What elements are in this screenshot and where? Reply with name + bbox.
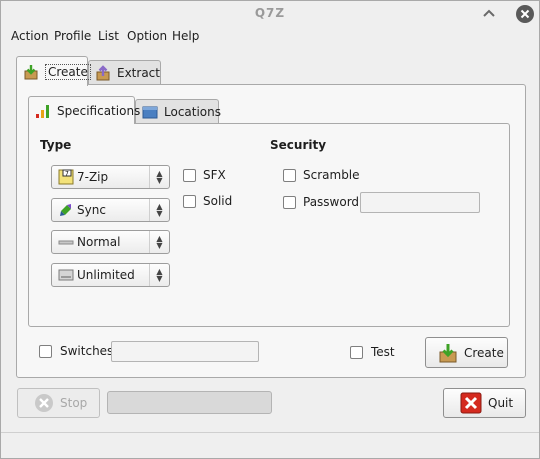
tab-specifications[interactable]: Specifications <box>28 96 140 124</box>
extract-box-icon <box>95 65 111 81</box>
chevron-updown-icon: ▲ ▼ <box>149 231 169 253</box>
password-checkbox[interactable] <box>283 196 296 209</box>
switches-label: Switches <box>60 344 114 358</box>
tab-specifications-label: Specifications <box>57 103 141 118</box>
menu-option[interactable]: Option <box>127 29 167 43</box>
sfx-checkbox[interactable] <box>183 169 196 182</box>
tab-locations[interactable]: Locations <box>135 99 222 123</box>
tab-locations-label: Locations <box>164 104 222 119</box>
security-heading: Security <box>270 138 327 152</box>
folder-icon <box>142 104 158 120</box>
tab-extract-label: Extract <box>117 66 160 80</box>
stop-button-label: Stop <box>60 396 88 410</box>
stop-icon <box>34 393 54 413</box>
chevron-updown-icon: ▲ ▼ <box>149 199 169 221</box>
compression-level-value: Normal <box>77 235 121 249</box>
archive-format-icon: 7 <box>58 169 74 185</box>
test-checkbox[interactable] <box>350 346 363 359</box>
scramble-label: Scramble <box>303 168 360 182</box>
tab-create-label: Create <box>45 63 91 80</box>
progress-bar <box>107 391 272 414</box>
tab-extract[interactable]: Extract <box>88 60 161 85</box>
close-icon[interactable] <box>516 5 534 23</box>
solid-label: Solid <box>203 194 233 208</box>
stop-button[interactable]: Stop <box>17 388 100 418</box>
menu-bar: Action Profile List Option Help <box>1 26 539 46</box>
scramble-checkbox[interactable] <box>283 169 296 182</box>
archive-format-value: 7-Zip <box>77 170 109 184</box>
sync-arrows-icon <box>58 202 74 218</box>
type-heading: Type <box>40 138 72 152</box>
sfx-label: SFX <box>203 168 226 182</box>
signal-bars-icon <box>35 103 51 119</box>
solid-checkbox[interactable] <box>183 195 196 208</box>
update-mode-value: Sync <box>77 203 106 217</box>
quit-button[interactable]: Quit <box>443 388 526 418</box>
switches-checkbox[interactable] <box>39 345 52 358</box>
volume-size-value: Unlimited <box>77 268 135 282</box>
app-window: Q7Z Action Profile List Option Help Crea… <box>0 0 540 459</box>
menu-action[interactable]: Action <box>11 29 49 43</box>
create-box-icon <box>438 343 458 363</box>
specifications-panel <box>28 123 510 327</box>
create-button[interactable]: Create <box>425 337 508 368</box>
svg-text:7: 7 <box>65 171 69 178</box>
tab-create[interactable]: Create <box>16 56 91 86</box>
quit-icon <box>460 392 482 414</box>
volume-size-combo[interactable]: Unlimited ▲ ▼ <box>51 263 170 287</box>
drive-icon <box>58 267 74 283</box>
menu-list[interactable]: List <box>98 29 119 43</box>
minimize-icon[interactable] <box>480 5 498 23</box>
chevron-updown-icon: ▲ ▼ <box>149 264 169 286</box>
window-title: Q7Z <box>254 6 286 20</box>
update-mode-combo[interactable]: Sync ▲ ▼ <box>51 198 170 222</box>
quit-button-label: Quit <box>488 396 514 410</box>
compression-level-combo[interactable]: Normal ▲ ▼ <box>51 230 170 254</box>
chevron-updown-icon: ▲ ▼ <box>149 166 169 188</box>
archive-format-combo[interactable]: 7 7-Zip ▲ ▼ <box>51 165 170 189</box>
password-label: Password <box>303 195 360 209</box>
switches-field[interactable] <box>111 341 259 362</box>
status-bar-divider <box>1 432 539 433</box>
create-button-label: Create <box>464 345 504 360</box>
create-box-icon <box>23 64 39 80</box>
test-label: Test <box>371 345 395 359</box>
compression-level-icon <box>58 234 74 250</box>
title-bar: Q7Z <box>1 1 539 26</box>
password-field[interactable] <box>360 192 480 213</box>
menu-profile[interactable]: Profile <box>54 29 91 43</box>
menu-help[interactable]: Help <box>172 29 199 43</box>
